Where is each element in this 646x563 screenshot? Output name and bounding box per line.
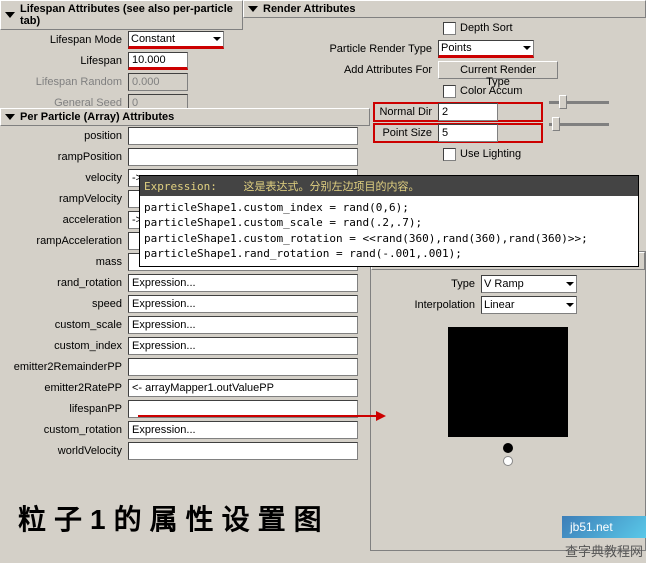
depth-sort-label: Depth Sort [460,22,513,34]
particle-attr-input[interactable] [128,148,358,166]
ramp-interp-select[interactable]: Linear [481,296,577,314]
normal-dir-input[interactable] [438,103,498,121]
lifespan-mode-select[interactable]: Constant [128,31,224,49]
particle-attr-input[interactable] [128,421,358,439]
particle-attr-label: rand_rotation [0,277,128,289]
particle-attr-label: velocity [0,172,128,184]
ramp-type-label: Type [371,278,481,290]
lifespan-random-label: Lifespan Random [0,76,128,88]
particle-attr-input[interactable] [128,358,358,376]
particle-attr-label: lifespanPP [0,403,128,415]
ramp-interp-value: Linear [484,299,515,311]
particle-attr-label: mass [0,256,128,268]
particle-row: emitter2RemainderPP [0,357,370,377]
expression-body: particleShape1.custom_index = rand(0,6);… [140,196,638,266]
collapse-icon [5,12,15,18]
particle-attr-label: worldVelocity [0,445,128,457]
collapse-icon [248,6,258,12]
particle-panel: Per Particle (Array) Attributes position… [0,108,370,462]
collapse-icon [5,114,15,120]
particle-attr-input[interactable] [128,295,358,313]
particle-header[interactable]: Per Particle (Array) Attributes [0,108,370,126]
ramp-interp-label: Interpolation [371,299,481,311]
expression-title: Expression: 这是表达式。分别左边项目的内容。 [140,176,638,196]
point-size-input[interactable] [438,124,498,142]
chevron-down-icon [566,282,574,286]
chevron-down-icon [566,303,574,307]
normal-dir-label: Normal Dir [376,106,438,118]
red-arrow [138,415,378,417]
lifespan-panel: Lifespan Attributes (see also per-partic… [0,0,243,114]
particle-attr-label: rampPosition [0,151,128,163]
render-header[interactable]: Render Attributes [243,0,646,18]
use-lighting-label: Use Lighting [460,148,521,160]
particle-attr-label: rampAcceleration [0,235,128,247]
color-accum-label: Color Accum [460,85,522,97]
particle-attr-input[interactable] [128,274,358,292]
normal-dir-slider[interactable] [549,101,609,104]
particle-attr-input[interactable] [128,316,358,334]
lifespan-header-text: Lifespan Attributes (see also per-partic… [20,3,238,27]
chevron-down-icon [523,46,531,50]
particle-row: worldVelocity [0,441,370,461]
particle-attr-input[interactable] [128,442,358,460]
watermark: jb51.net 查字典教程网 [562,516,646,563]
particle-attr-label: speed [0,298,128,310]
particle-attr-input[interactable] [128,337,358,355]
ramp-preview[interactable] [448,327,568,437]
page-title: 粒子1的属性设置图 [18,498,330,538]
ramp-handle-black[interactable] [503,443,513,453]
current-render-type-button[interactable]: Current Render Type [438,61,558,79]
particle-row: custom_index [0,336,370,356]
lifespan-mode-value: Constant [131,33,175,45]
particle-row: rampPosition [0,147,370,167]
expression-box: Expression: 这是表达式。分别左边项目的内容。 particleSha… [139,175,639,267]
ramp-type-value: V Ramp [484,278,524,290]
lifespan-input[interactable] [128,52,188,70]
ramp-type-select[interactable]: V Ramp [481,275,577,293]
render-type-select[interactable]: Points [438,40,534,58]
particle-row: custom_rotation [0,420,370,440]
ramp-handle-white[interactable] [503,456,513,466]
point-size-slider[interactable] [549,123,609,126]
watermark-blue: jb51.net [562,516,646,538]
use-lighting-checkbox[interactable] [443,148,456,161]
point-size-label: Point Size [376,127,438,139]
lifespan-label: Lifespan [0,55,128,67]
particle-attr-label: custom_rotation [0,424,128,436]
lifespan-random-input [128,73,188,91]
particle-attr-input[interactable] [128,379,358,397]
particle-row: emitter2RatePP [0,378,370,398]
particle-attr-label: rampVelocity [0,193,128,205]
particle-attr-label: position [0,130,128,142]
particle-attr-label: emitter2RatePP [0,382,128,394]
add-attr-label: Add Attributes For [243,64,438,76]
color-accum-checkbox[interactable] [443,85,456,98]
particle-header-text: Per Particle (Array) Attributes [20,111,174,123]
ramp-panel: Ramp Attributes Type V Ramp Interpolatio… [370,251,646,551]
depth-sort-checkbox[interactable] [443,22,456,35]
particle-row: custom_scale [0,315,370,335]
render-type-label: Particle Render Type [243,43,438,55]
particle-attr-input[interactable] [128,127,358,145]
ramp-handles[interactable] [371,443,645,469]
render-header-text: Render Attributes [263,3,356,15]
particle-attr-label: acceleration [0,214,128,226]
render-type-value: Points [441,42,472,54]
lifespan-header[interactable]: Lifespan Attributes (see also per-partic… [0,0,243,30]
particle-row: position [0,126,370,146]
particle-attr-label: emitter2RemainderPP [0,361,128,373]
particle-attr-label: custom_index [0,340,128,352]
chevron-down-icon [213,37,221,41]
particle-attr-label: custom_scale [0,319,128,331]
lifespan-mode-label: Lifespan Mode [0,34,128,46]
particle-row: speed [0,294,370,314]
particle-row: rand_rotation [0,273,370,293]
watermark-text: 查字典教程网 [562,538,646,563]
